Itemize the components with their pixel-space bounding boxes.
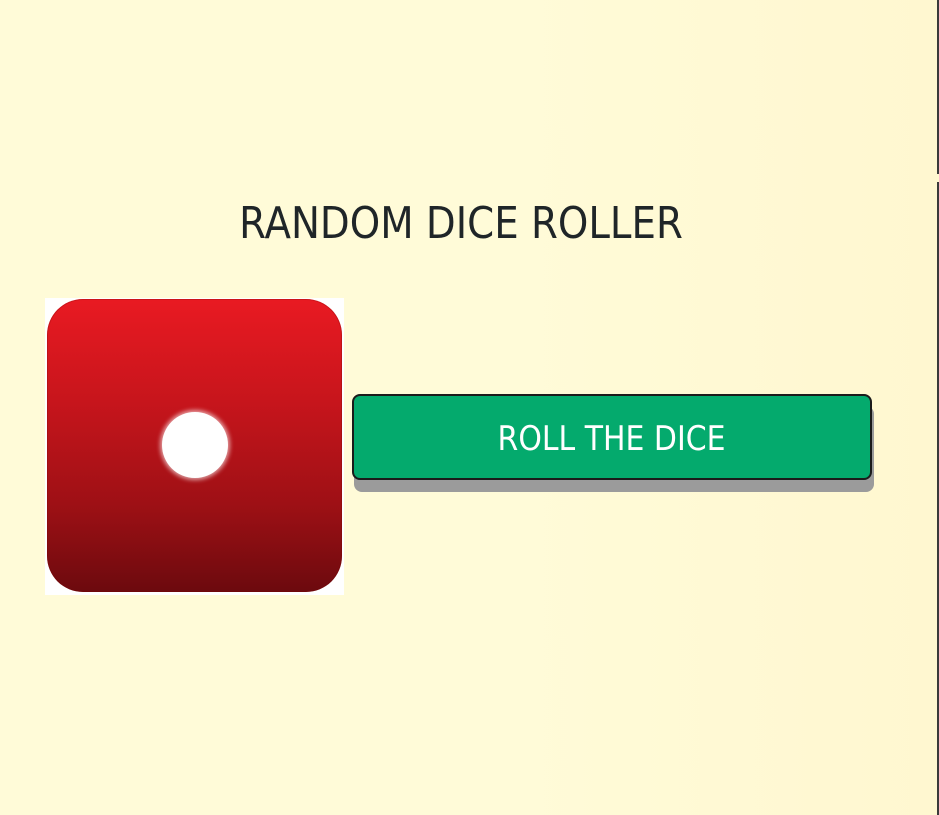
roll-dice-button[interactable]: ROLL THE DICE bbox=[352, 394, 872, 480]
die-face-1-icon bbox=[47, 299, 342, 592]
dice-image bbox=[45, 298, 344, 595]
dice-pip bbox=[162, 412, 228, 478]
roll-dice-label: ROLL THE DICE bbox=[497, 419, 727, 459]
page-title: RANDOM DICE ROLLER bbox=[239, 198, 683, 249]
